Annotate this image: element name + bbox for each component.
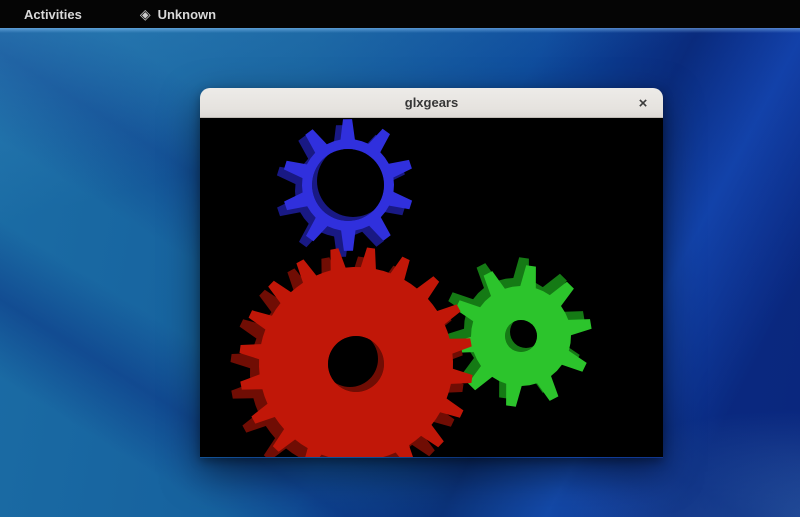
window-titlebar[interactable]: glxgears × (200, 88, 663, 118)
close-button[interactable]: × (631, 91, 655, 115)
app-menu[interactable]: ◈ Unknown (140, 7, 216, 22)
glxgears-window: glxgears × (200, 88, 663, 458)
desktop: Activities ◈ Unknown glxgears × (0, 0, 800, 517)
gl-viewport (200, 118, 663, 457)
app-menu-label: Unknown (158, 7, 217, 22)
app-window-icon: ◈ (140, 7, 151, 21)
gears-canvas (200, 118, 663, 457)
green-gear (443, 257, 591, 407)
red-gear (231, 248, 473, 458)
window-title: glxgears (405, 95, 458, 110)
top-bar: Activities ◈ Unknown (0, 0, 800, 28)
activities-button[interactable]: Activities (18, 5, 88, 24)
blue-gear (277, 119, 412, 257)
